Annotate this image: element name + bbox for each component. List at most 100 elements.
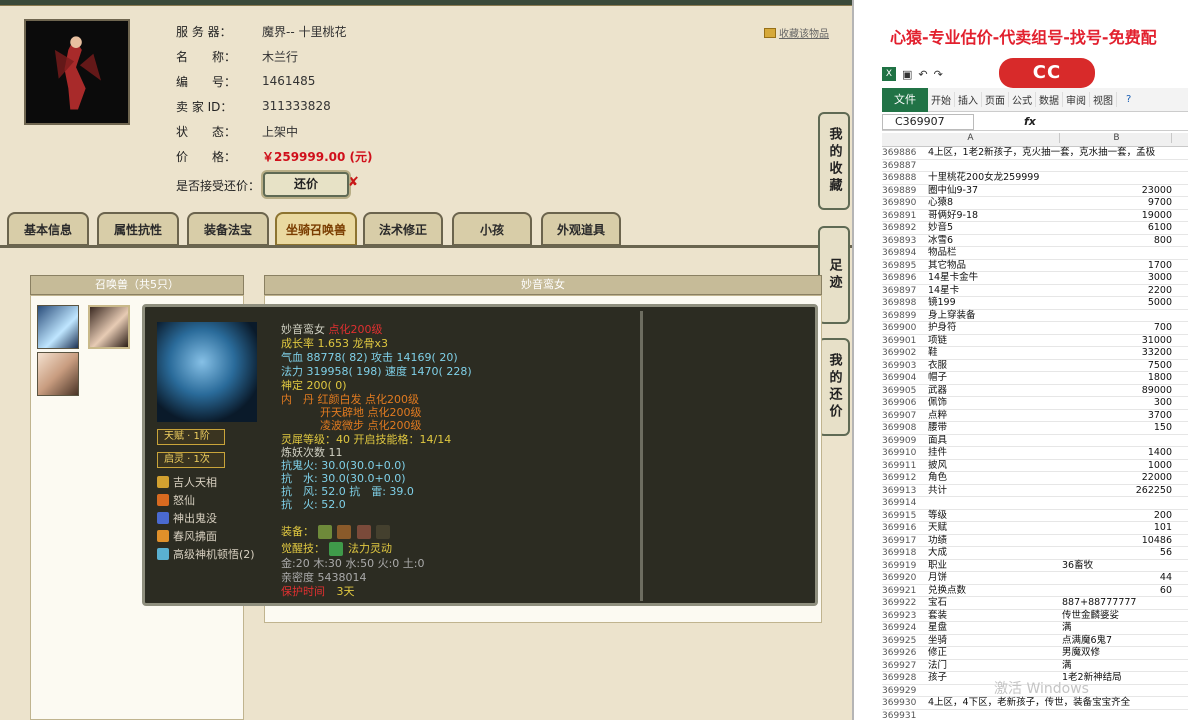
row-number[interactable]: 369904 (882, 372, 926, 385)
cell-b[interactable]: 9700 (1062, 197, 1172, 210)
row-number[interactable]: 369930 (882, 697, 926, 710)
cell-a[interactable]: 鞋 (928, 347, 1062, 360)
row-number[interactable]: 369912 (882, 472, 926, 485)
cell-b[interactable]: 89000 (1062, 385, 1172, 398)
cell-a[interactable]: 点粹 (928, 410, 1062, 423)
row-number[interactable]: 369923 (882, 610, 926, 623)
row-number[interactable]: 369891 (882, 210, 926, 223)
cell-b[interactable]: 150 (1062, 422, 1172, 435)
cell-a[interactable]: 镜199 (928, 297, 1062, 310)
row-number[interactable]: 369931 (882, 710, 926, 720)
column-a-header[interactable]: A (882, 133, 1060, 143)
row-number[interactable]: 369905 (882, 385, 926, 398)
row-number[interactable]: 369886 (882, 147, 926, 160)
cell-b[interactable]: 男魔双修 (1062, 647, 1172, 660)
row-number[interactable]: 369898 (882, 297, 926, 310)
pet-thumbnail[interactable] (37, 305, 79, 349)
row-number[interactable]: 369929 (882, 685, 926, 698)
row-number[interactable]: 369908 (882, 422, 926, 435)
row-number[interactable]: 369887 (882, 160, 926, 173)
tab-appearance[interactable]: 外观道具 (541, 212, 621, 246)
equip-slot-icon[interactable] (317, 525, 332, 539)
row-number[interactable]: 369903 (882, 360, 926, 373)
cell-a[interactable]: 职业 (928, 560, 1062, 573)
row-number[interactable]: 369896 (882, 272, 926, 285)
ribbon-tab-view[interactable]: 视图 (1090, 92, 1117, 107)
tab-attributes[interactable]: 属性抗性 (97, 212, 179, 246)
ribbon-file-tab[interactable]: 文件 (882, 87, 928, 112)
ribbon-tab-insert[interactable]: 插入 (955, 92, 982, 107)
cell-b[interactable]: 点满魔6鬼7 (1062, 635, 1172, 648)
equip-slot-icon[interactable] (337, 525, 351, 539)
tab-basic-info[interactable]: 基本信息 (7, 212, 89, 246)
cell-b[interactable]: 22000 (1062, 472, 1172, 485)
cell-a[interactable]: 物品栏 (928, 247, 1062, 260)
row-number[interactable]: 369918 (882, 547, 926, 560)
row-number[interactable]: 369909 (882, 435, 926, 448)
cell-b[interactable]: 800 (1062, 235, 1172, 248)
cell-b[interactable]: 3000 (1062, 272, 1172, 285)
cell-b[interactable]: 36畜牧 (1062, 560, 1172, 573)
tab-mount-pets[interactable]: 坐骑召唤兽 (275, 212, 357, 246)
cell-b[interactable]: 887+88777777 (1062, 597, 1172, 610)
row-number[interactable]: 369911 (882, 460, 926, 473)
row-number[interactable]: 369889 (882, 185, 926, 198)
cell-b[interactable]: 300 (1062, 397, 1172, 410)
cell-a[interactable]: 十里桃花200女龙259999 (928, 172, 1062, 185)
cell-b[interactable]: 6100 (1062, 222, 1172, 235)
row-number[interactable]: 369900 (882, 322, 926, 335)
name-box[interactable]: C369907 (882, 113, 974, 130)
row-number[interactable]: 369890 (882, 197, 926, 210)
cell-b[interactable]: 1000 (1062, 460, 1172, 473)
cell-a[interactable]: 4上区，4下区，老新孩子，传世，装备宝宝齐全 (928, 697, 1130, 710)
row-number[interactable]: 369902 (882, 347, 926, 360)
favorite-link[interactable]: 收藏该物品 (764, 25, 829, 40)
row-number[interactable]: 369892 (882, 222, 926, 235)
cell-b[interactable]: 10486 (1062, 535, 1172, 548)
row-number[interactable]: 369914 (882, 497, 926, 510)
equip-slot-icon[interactable] (376, 525, 390, 539)
cell-a[interactable]: 角色 (928, 472, 1062, 485)
cell-a[interactable]: 护身符 (928, 322, 1062, 335)
row-number[interactable]: 369894 (882, 247, 926, 260)
cell-b[interactable]: 23000 (1062, 185, 1172, 198)
row-number[interactable]: 369917 (882, 535, 926, 548)
row-number[interactable]: 369922 (882, 597, 926, 610)
row-number[interactable]: 369921 (882, 585, 926, 598)
row-number[interactable]: 369906 (882, 397, 926, 410)
undo-icon[interactable]: ↶ (918, 68, 927, 81)
cell-a[interactable]: 圈中仙9-37 (928, 185, 1062, 198)
redo-icon[interactable]: ↷ (934, 68, 943, 81)
row-number[interactable]: 369925 (882, 635, 926, 648)
cell-a[interactable]: 14星卡金牛 (928, 272, 1062, 285)
cell-b[interactable]: 101 (1062, 522, 1172, 535)
cell-a[interactable]: 腰带 (928, 422, 1062, 435)
cell-a[interactable]: 佩饰 (928, 397, 1062, 410)
cell-a[interactable]: 心猿8 (928, 197, 1062, 210)
row-number[interactable]: 369899 (882, 310, 926, 323)
fx-icon[interactable]: fx (1024, 115, 1036, 128)
cell-a[interactable]: 冰雪6 (928, 235, 1062, 248)
cell-b[interactable]: 3700 (1062, 410, 1172, 423)
cell-a[interactable]: 天赋 (928, 522, 1062, 535)
cell-a[interactable]: 哥俩好9-18 (928, 210, 1062, 223)
cell-b[interactable]: 19000 (1062, 210, 1172, 223)
cell-a[interactable]: 4上区，1老2新孩子，克火抽一套，克水抽一套，孟极 (928, 147, 1155, 160)
cell-b[interactable]: 5000 (1062, 297, 1172, 310)
row-number[interactable]: 369895 (882, 260, 926, 273)
cell-b[interactable]: 31000 (1062, 335, 1172, 348)
cell-a[interactable]: 兑换点数 (928, 585, 1062, 598)
save-icon[interactable]: ▣ (902, 68, 912, 81)
cell-b[interactable]: 满 (1062, 622, 1172, 635)
cell-b[interactable]: 满 (1062, 660, 1172, 673)
cell-a[interactable]: 妙音5 (928, 222, 1062, 235)
cell-a[interactable]: 星盘 (928, 622, 1062, 635)
ribbon-tab-review[interactable]: 审阅 (1063, 92, 1090, 107)
row-number[interactable]: 369924 (882, 622, 926, 635)
haggle-button[interactable]: 还价 (263, 172, 349, 197)
help-icon[interactable]: ? (1123, 94, 1134, 105)
cell-a[interactable]: 共计 (928, 485, 1062, 498)
equip-slot-icon[interactable] (356, 525, 371, 539)
cell-b[interactable]: 2200 (1062, 285, 1172, 298)
cell-a[interactable]: 功绩 (928, 535, 1062, 548)
